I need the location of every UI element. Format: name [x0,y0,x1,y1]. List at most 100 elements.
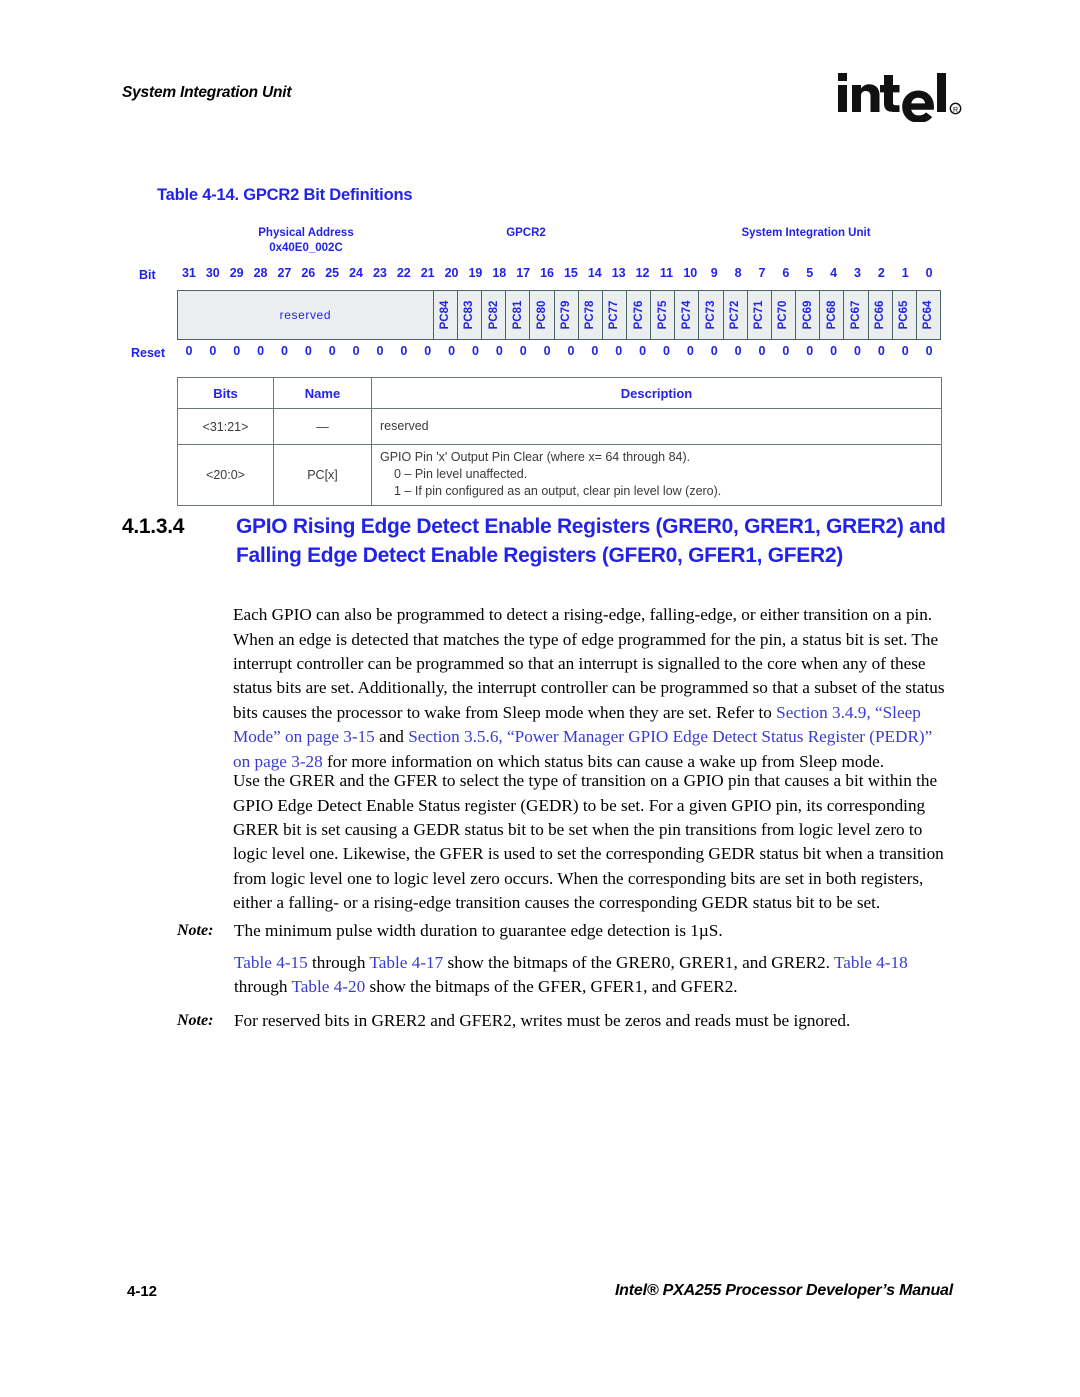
reset-value-bit-7: 0 [758,344,766,358]
paragraph-1: Each GPIO can also be programmed to dete… [233,603,945,774]
field-pc66: PC66 [867,291,892,339]
field-label-pc79: PC79 [560,300,573,330]
field-pc71: PC71 [746,291,771,339]
reset-value-bit-4: 0 [830,344,838,358]
field-pc70: PC70 [770,291,795,339]
bit-number-16: 16 [540,266,555,280]
bit-number-11: 11 [659,266,674,280]
description-main: GPIO Pin 'x' Output Pin Clear (where x= … [380,450,691,464]
description-option-1: 1 – If pin configured as an output, clea… [394,484,722,498]
link-table-4-15[interactable]: Table 4-15 [234,953,308,972]
physical-address-label: Physical Address [258,227,354,239]
reset-value-bit-27: 0 [280,344,288,358]
field-label-pc78: PC78 [584,300,597,330]
footer-document-title: Intel® PXA255 Processor Developer’s Manu… [614,1282,953,1299]
reset-value-bit-25: 0 [328,344,336,358]
field-pc78: PC78 [577,291,602,339]
note-3-text: For reserved bits in GRER2 and GFER2, wr… [234,1011,851,1030]
reset-value-bit-9: 0 [710,344,718,358]
bit-number-3: 3 [853,266,861,280]
field-label-pc65: PC65 [898,300,911,330]
note-2-text: Table 4-15 through Table 4-17 show the b… [234,951,945,1000]
reset-value-bit-0: 0 [925,344,933,358]
reset-value-bit-10: 0 [686,344,694,358]
bit-number-0: 0 [925,266,933,280]
reset-value-row: Reset 0 0 0 0 0 0 0 0 0 0 0 0 0 0 0 0 0 0 0 0 0 0 0 0 0 0 0 0 0 0 0 0 [131,344,946,366]
field-pc81: PC81 [505,291,529,339]
table-caption: Table 4-14. GPCR2 Bit Definitions [157,186,413,204]
cell-name: PC[x] [273,444,372,506]
field-pc75: PC75 [650,291,674,339]
table-row: <20:0> PC[x] GPIO Pin 'x' Output Pin Cle… [177,444,942,506]
field-pc80: PC80 [529,291,553,339]
bit-number-14: 14 [587,266,602,280]
bit-number-15: 15 [563,266,578,280]
cell-bits: <20:0> [177,444,274,506]
field-pc76: PC76 [625,291,650,339]
bit-number-1: 1 [901,266,909,280]
note-2-text-b: show the bitmaps of the GRER0, GRER1, an… [443,953,834,972]
reset-value-bit-22: 0 [400,344,408,358]
reset-value-bit-14: 0 [591,344,599,358]
field-label-pc83: PC83 [463,300,476,330]
bit-number-17: 17 [516,266,531,280]
bit-number-29: 29 [229,266,244,280]
bit-number-6: 6 [782,266,790,280]
field-pc69: PC69 [795,291,819,339]
reset-value-bit-17: 0 [519,344,527,358]
bit-number-25: 25 [325,266,340,280]
link-table-4-20[interactable]: Table 4-20 [291,977,365,996]
note-1: Note: The minimum pulse width duration t… [177,919,945,943]
reset-value-bit-20: 0 [448,344,456,358]
register-diagram-labels: Physical Address 0x40E0_002C GPCR2 Syste… [131,226,946,266]
paragraph-1-text-c: for more information on which status bit… [322,751,885,771]
svg-text:R: R [953,107,958,114]
physical-address-label-group: Physical Address 0x40E0_002C [201,226,411,256]
bit-number-4: 4 [830,266,838,280]
reset-value-bit-31: 0 [185,344,193,358]
note-1-text: The minimum pulse width duration to guar… [234,921,723,940]
column-header-description: Description [371,377,942,409]
field-label-pc67: PC67 [849,300,862,330]
bit-number-12: 12 [635,266,650,280]
register-unit-name: System Integration Unit [741,227,871,239]
field-pc74: PC74 [674,291,698,339]
bit-number-22: 22 [396,266,411,280]
note-2-text-d: show the bitmaps of the GFER, GFER1, and… [365,977,738,997]
bit-number-9: 9 [710,266,718,280]
bit-number-28: 28 [253,266,268,280]
section-title-line1: GPIO Rising Edge Detect Enable Registers… [236,515,904,538]
field-pc84: PC84 [432,291,457,339]
field-label-pc80: PC80 [535,300,548,330]
field-label-pc75: PC75 [656,300,669,330]
bit-row-label: Bit [139,268,156,282]
note-2-text-a: through [307,953,370,972]
field-pc83: PC83 [456,291,481,339]
bit-number-20: 20 [444,266,459,280]
field-pc68: PC68 [819,291,843,339]
section-title: GPIO Rising Edge Detect Enable Registers… [236,512,952,570]
cell-description: GPIO Pin 'x' Output Pin Clear (where x= … [371,444,942,506]
link-table-4-17[interactable]: Table 4-17 [370,953,444,972]
bit-number-26: 26 [301,266,316,280]
reset-value-bit-24: 0 [352,344,360,358]
column-header-name: Name [273,377,372,409]
bit-number-31: 31 [181,266,196,280]
reset-value-bit-2: 0 [877,344,885,358]
link-table-4-18[interactable]: Table 4-18 [834,953,908,972]
reset-value-bit-18: 0 [495,344,503,358]
cell-description: reserved [371,408,942,445]
bit-number-18: 18 [492,266,507,280]
field-reserved-label: reserved [279,308,332,322]
register-name: GPCR2 [506,227,546,239]
reset-value-bit-5: 0 [806,344,814,358]
bit-numbers: 31 30 29 28 27 26 25 24 23 22 21 20 19 18 17 16 15 14 13 12… [177,266,941,280]
field-label-pc73: PC73 [705,300,718,330]
paragraph-2: Use the GRER and the GFER to select the … [233,771,944,913]
field-label-pc68: PC68 [825,300,838,330]
field-label-pc66: PC66 [874,300,887,330]
reset-row-label: Reset [131,346,166,360]
bit-number-23: 23 [372,266,387,280]
running-header: System Integration Unit [122,84,292,101]
field-pc79: PC79 [553,291,578,339]
